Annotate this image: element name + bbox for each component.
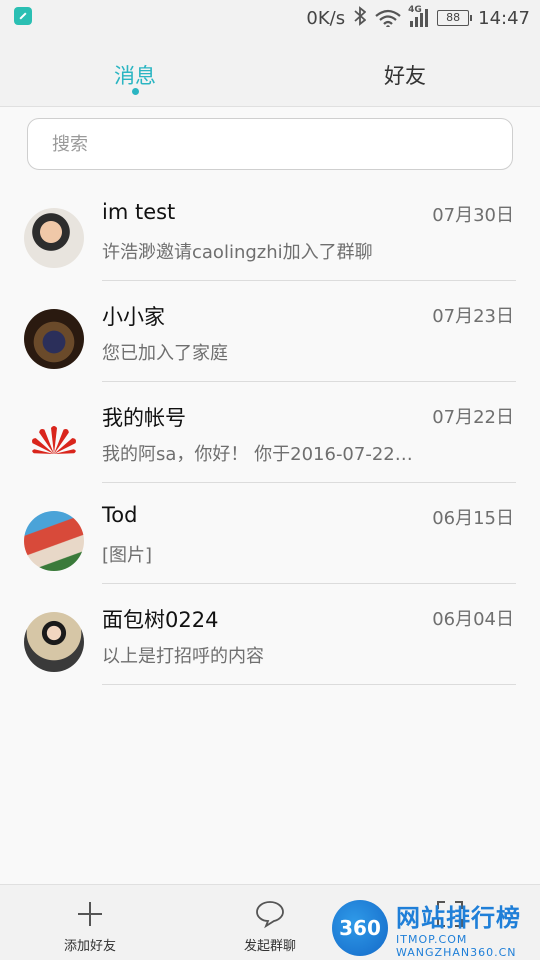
conversation-last-message: [图片] bbox=[102, 545, 153, 566]
conversation-last-message: 您已加入了家庭 bbox=[102, 343, 228, 364]
divider bbox=[102, 684, 516, 685]
conversation-last-message: 以上是打招呼的内容 bbox=[102, 646, 264, 667]
notes-app-icon bbox=[14, 6, 32, 25]
conversation-date: 07月30日 bbox=[432, 205, 514, 226]
tab-bar: 消息 好友 bbox=[0, 36, 540, 107]
bluetooth-icon bbox=[354, 5, 367, 31]
start-group-chat-label: 发起群聊 bbox=[243, 939, 296, 954]
conversation-list: im test 07月30日 许浩渺邀请caolingzhi加入了群聊 小小家 … bbox=[0, 180, 540, 685]
watermark-subtitle: WANGZHAN360.CN bbox=[396, 945, 517, 959]
conversation-date: 06月15日 bbox=[432, 508, 514, 529]
avatar bbox=[24, 511, 84, 571]
conversation-name: Tod bbox=[102, 503, 138, 527]
cellular-signal-icon: 4G bbox=[408, 5, 429, 27]
watermark-logo: 360 bbox=[332, 900, 388, 956]
conversation-date: 07月23日 bbox=[432, 306, 514, 327]
watermark-overlay: ITMOP.COM bbox=[396, 932, 468, 946]
conversation-name: 我的帐号 bbox=[102, 406, 186, 430]
watermark-title: 网站排行榜 bbox=[396, 903, 521, 932]
clock: 14:47 bbox=[478, 7, 530, 29]
conversation-date: 07月22日 bbox=[432, 407, 514, 428]
plus-icon bbox=[76, 897, 104, 931]
conversation-item[interactable]: Tod 06月15日 [图片] bbox=[0, 483, 540, 584]
search-box bbox=[27, 118, 513, 170]
huawei-logo-icon bbox=[24, 410, 84, 470]
status-bar: 0K/s 4G 88 14:47 bbox=[0, 0, 540, 36]
conversation-item[interactable]: 面包树0224 06月04日 以上是打招呼的内容 bbox=[0, 584, 540, 685]
wifi-icon bbox=[375, 9, 401, 27]
avatar bbox=[24, 309, 84, 369]
network-speed: 0K/s bbox=[306, 7, 346, 29]
avatar bbox=[24, 612, 84, 672]
chat-bubble-icon bbox=[254, 897, 286, 931]
add-friend-label: 添加好友 bbox=[63, 939, 116, 954]
tab-messages[interactable]: 消息 bbox=[0, 36, 270, 106]
site-watermark: 360 网站排行榜 ITMOP.COM WANGZHAN360.CN bbox=[332, 896, 540, 960]
avatar bbox=[24, 208, 84, 268]
conversation-name: 面包树0224 bbox=[102, 608, 219, 632]
conversation-item[interactable]: 我的帐号 07月22日 我的阿sa，你好！ 你于2016-07-22… bbox=[0, 382, 540, 483]
conversation-date: 06月04日 bbox=[432, 609, 514, 630]
conversation-last-message: 许浩渺邀请caolingzhi加入了群聊 bbox=[102, 242, 373, 263]
network-type: 4G bbox=[408, 5, 422, 15]
tab-friends-label: 好友 bbox=[384, 64, 426, 88]
conversation-name: im test bbox=[102, 200, 176, 224]
battery-icon: 88 bbox=[437, 10, 473, 26]
search-input[interactable] bbox=[28, 119, 512, 169]
tab-messages-label: 消息 bbox=[114, 64, 156, 88]
conversation-name: 小小家 bbox=[102, 305, 165, 329]
conversation-item[interactable]: im test 07月30日 许浩渺邀请caolingzhi加入了群聊 bbox=[0, 180, 540, 281]
battery-level: 88 bbox=[446, 11, 461, 24]
add-friend-button[interactable]: 添加好友 bbox=[0, 885, 180, 960]
tab-friends[interactable]: 好友 bbox=[270, 36, 540, 106]
conversation-last-message: 我的阿sa，你好！ 你于2016-07-22… bbox=[102, 444, 413, 465]
conversation-item[interactable]: 小小家 07月23日 您已加入了家庭 bbox=[0, 281, 540, 382]
active-tab-indicator bbox=[131, 88, 139, 95]
